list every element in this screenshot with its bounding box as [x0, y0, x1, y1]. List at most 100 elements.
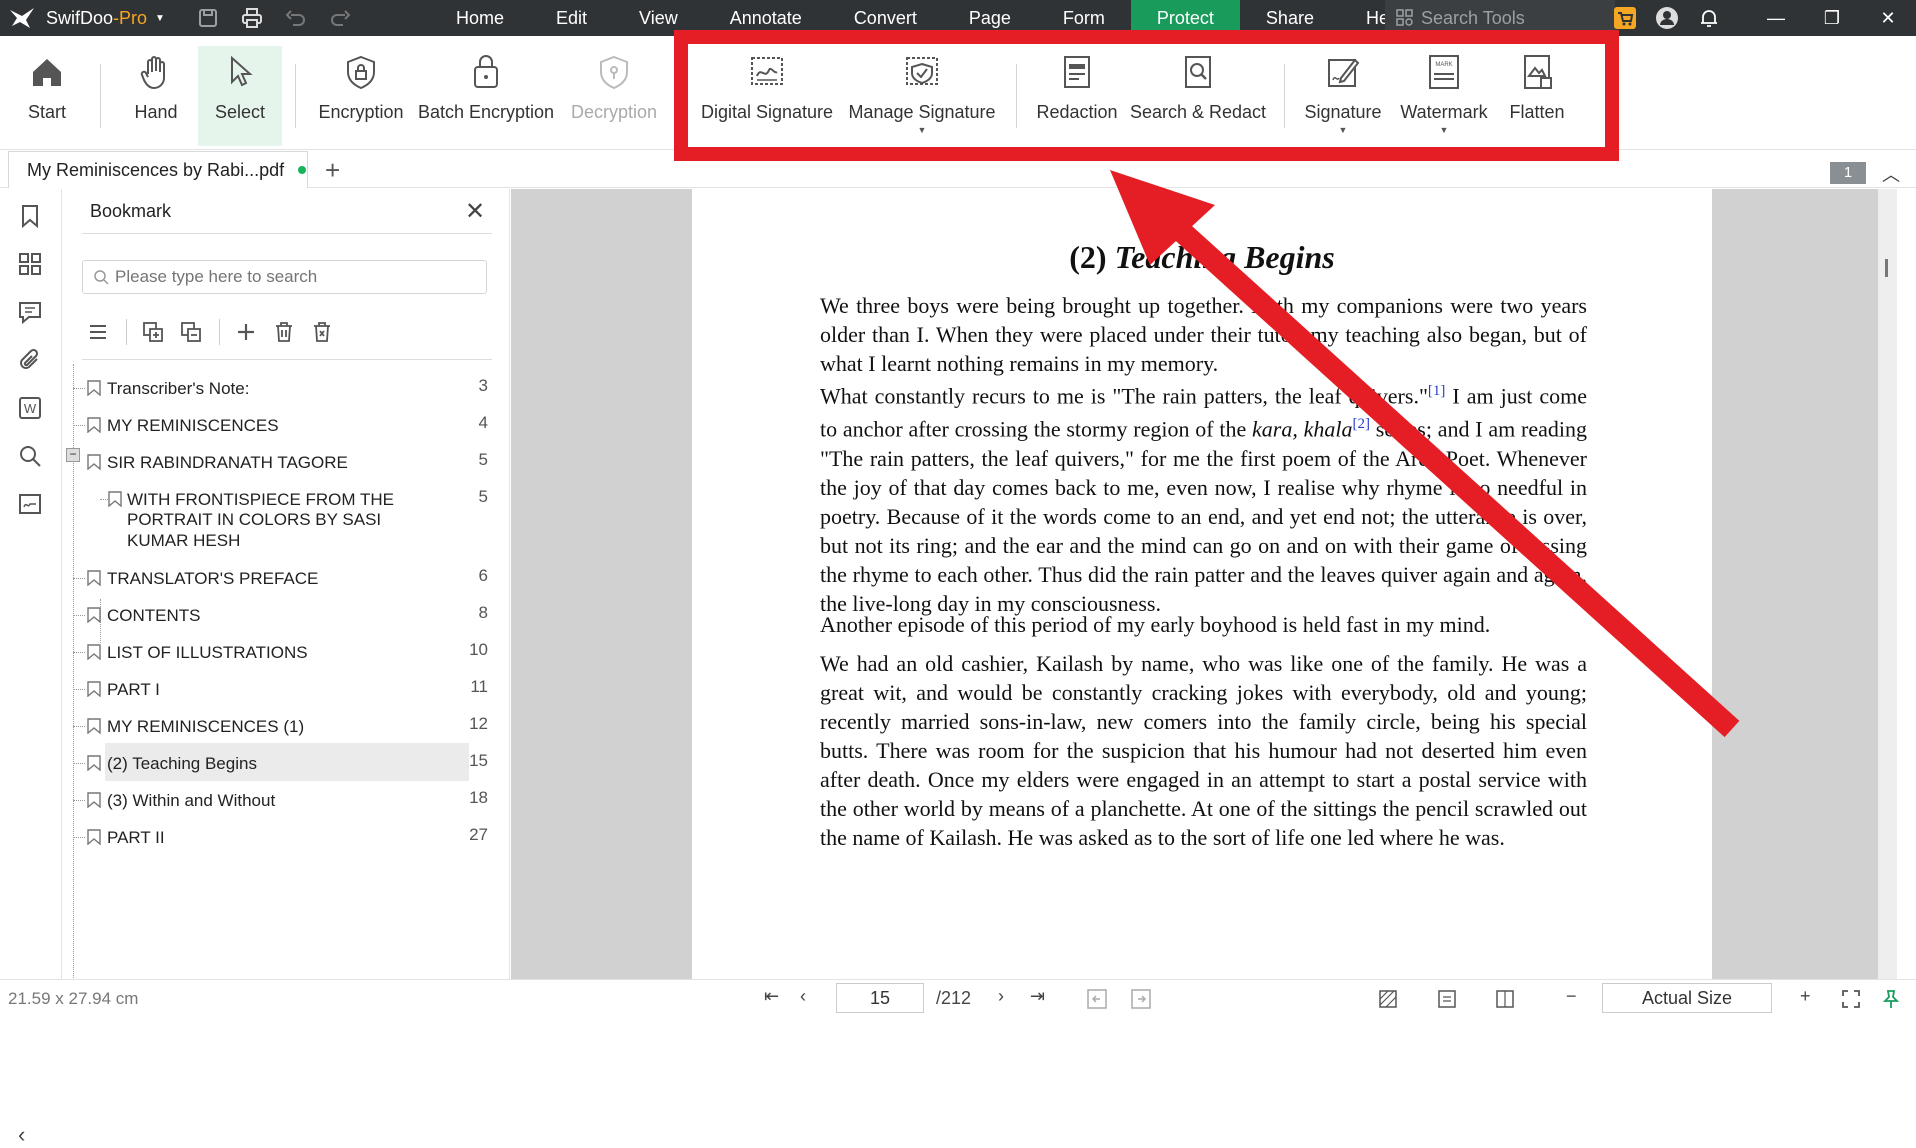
- batch-lock-icon: [474, 55, 498, 88]
- bookmark-flag-icon: [87, 829, 101, 845]
- attachment-icon[interactable]: [17, 347, 43, 373]
- ribbon-separator: [100, 64, 101, 128]
- tree-guide: [73, 425, 85, 426]
- signature-panel-icon[interactable]: [17, 491, 43, 517]
- close-button[interactable]: ✕: [1860, 0, 1916, 36]
- bookmark-panel: Bookmark ✕ Transcriber's Note: 3 MY REMI…: [63, 189, 510, 994]
- chevron-up-icon[interactable]: ︿: [1882, 161, 1900, 187]
- save-icon[interactable]: [197, 7, 219, 29]
- zoom-level-select[interactable]: Actual Size: [1602, 983, 1772, 1013]
- pdf-page: (2) Teaching Begins We three boys were b…: [692, 189, 1712, 979]
- previous-page-icon[interactable]: ‹: [800, 986, 806, 1007]
- page-dimensions: 21.59 x 27.94 cm: [8, 989, 139, 1008]
- print-icon[interactable]: [241, 7, 263, 29]
- user-avatar-icon[interactable]: [1656, 7, 1678, 29]
- bookmark-flag-icon: [87, 454, 101, 470]
- tree-guide: [73, 615, 85, 616]
- notification-bell-icon[interactable]: [1698, 7, 1720, 29]
- bookmark-flag-icon: [87, 681, 101, 697]
- word-icon[interactable]: W: [17, 395, 43, 421]
- page-count-badge: 1: [1830, 162, 1866, 184]
- tree-guide: [73, 800, 85, 801]
- undo-icon[interactable]: [285, 7, 307, 29]
- next-page-icon[interactable]: ›: [998, 986, 1004, 1007]
- zoom-in-icon[interactable]: +: [1800, 986, 1811, 1007]
- menu-home[interactable]: Home: [430, 0, 530, 36]
- bookmark-flag-icon: [87, 380, 101, 396]
- list-menu-icon[interactable]: [86, 320, 110, 344]
- encryption-button[interactable]: Encryption: [316, 46, 406, 146]
- zoom-out-icon[interactable]: −: [1566, 986, 1577, 1007]
- paragraph: We three boys were being brought up toge…: [820, 293, 1587, 376]
- bookmark-toolbar: [82, 313, 492, 351]
- start-button[interactable]: Start: [18, 46, 76, 146]
- cart-icon[interactable]: [1614, 7, 1636, 29]
- select-button[interactable]: Select: [198, 46, 282, 146]
- bookmark-search-input[interactable]: [115, 267, 475, 287]
- collapse-panel-chevron-icon[interactable]: ‹: [18, 1122, 25, 1148]
- quick-access-toolbar: [197, 7, 351, 29]
- bookmark-flag-icon: [87, 718, 101, 734]
- collapse-all-icon[interactable]: [179, 320, 203, 344]
- search-icon[interactable]: [17, 443, 43, 469]
- ribbon-separator: [295, 64, 296, 128]
- app-name: SwifDoo-Pro: [46, 7, 148, 28]
- minimize-button[interactable]: —: [1748, 0, 1804, 36]
- bookmark-flag-icon: [87, 570, 101, 586]
- next-view-icon[interactable]: [1130, 988, 1152, 1010]
- unsaved-dot-icon: [298, 166, 307, 174]
- page-display-icon[interactable]: [1494, 988, 1516, 1010]
- fit-screen-icon[interactable]: [1840, 988, 1862, 1010]
- search-icon: [94, 270, 109, 285]
- unlock-shield-icon: [600, 55, 628, 90]
- redo-icon[interactable]: [329, 7, 351, 29]
- search-tools-placeholder: Search Tools: [1421, 7, 1525, 28]
- app-logo[interactable]: SwifDoo-Pro ▼: [0, 6, 185, 30]
- tree-guide: [73, 763, 85, 764]
- comments-icon[interactable]: [17, 299, 43, 325]
- tree-guide: [73, 578, 85, 579]
- home-icon: [33, 59, 61, 86]
- lock-shield-icon: [347, 55, 375, 90]
- last-page-icon[interactable]: ⇥: [1030, 986, 1045, 1007]
- svg-text:W: W: [24, 401, 37, 416]
- tree-guide: [73, 837, 85, 838]
- pin-icon[interactable]: [1880, 988, 1902, 1010]
- cursor-arrow-icon: [231, 55, 253, 87]
- swifdoo-bird-icon: [10, 8, 34, 28]
- menu-edit[interactable]: Edit: [530, 0, 613, 36]
- document-tab[interactable]: My Reminiscences by Rabi...pdf: [8, 151, 308, 188]
- vertical-scrollbar[interactable]: [1878, 189, 1897, 979]
- background-icon[interactable]: [1378, 988, 1400, 1010]
- left-icon-rail: W ‹: [0, 189, 62, 1147]
- first-page-icon[interactable]: ⇤: [764, 986, 779, 1007]
- bookmark-flag-icon: [87, 792, 101, 808]
- footnote-link[interactable]: [2]: [1352, 416, 1370, 432]
- delete-icon[interactable]: [272, 320, 296, 344]
- thumbnails-icon[interactable]: [17, 251, 43, 277]
- page-number-input[interactable]: [836, 983, 924, 1013]
- delete-all-icon[interactable]: [310, 320, 334, 344]
- previous-view-icon[interactable]: [1086, 988, 1108, 1010]
- bookmark-icon[interactable]: [17, 203, 43, 229]
- collapse-toggle-icon[interactable]: −: [66, 448, 80, 462]
- bookmark-flag-icon: [108, 491, 122, 507]
- tree-guide: [73, 689, 85, 690]
- close-panel-icon[interactable]: ✕: [465, 197, 485, 226]
- divider: [82, 233, 492, 234]
- scrollbar-thumb[interactable]: [1885, 259, 1888, 277]
- page-layout-icon[interactable]: [1436, 988, 1458, 1010]
- document-viewer[interactable]: (2) Teaching Begins We three boys were b…: [511, 189, 1897, 979]
- search-tools-icon: [1396, 9, 1413, 26]
- add-tab-button[interactable]: +: [325, 155, 340, 186]
- add-bookmark-icon[interactable]: [234, 320, 258, 344]
- restore-button[interactable]: ❐: [1804, 0, 1860, 36]
- footnote-link[interactable]: [1]: [1428, 383, 1446, 399]
- chapter-title: (2) Teaching Begins: [1069, 239, 1335, 275]
- bookmark-panel-title: Bookmark: [90, 201, 172, 221]
- batch-encryption-button[interactable]: Batch Encryption: [418, 46, 554, 146]
- app-menu-caret-icon[interactable]: ▼: [155, 13, 165, 24]
- decryption-button[interactable]: Decryption: [568, 46, 660, 146]
- hand-button[interactable]: Hand: [126, 46, 186, 146]
- expand-all-icon[interactable]: [141, 320, 165, 344]
